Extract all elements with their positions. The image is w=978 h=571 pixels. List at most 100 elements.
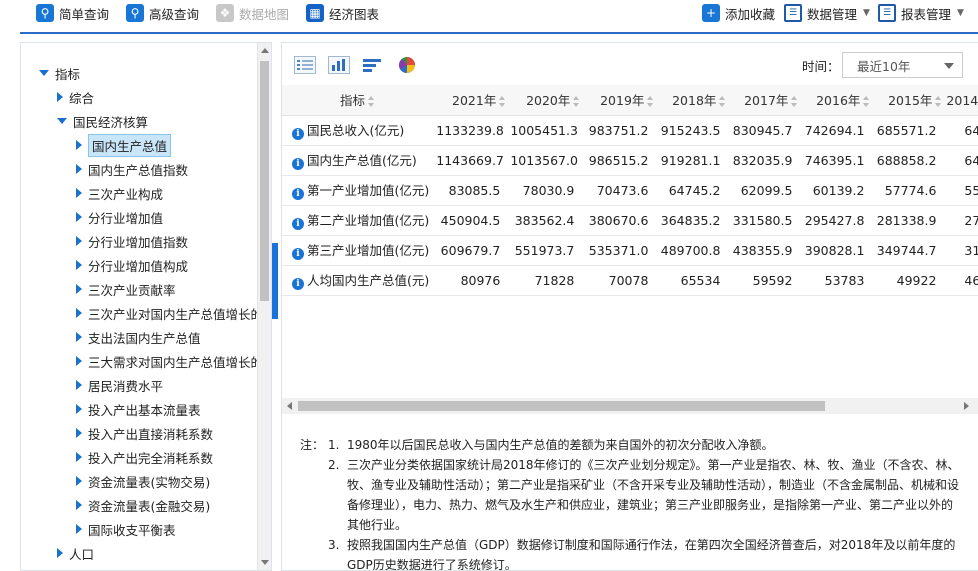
pie-chart-icon[interactable] xyxy=(396,56,418,74)
column-header[interactable]: 指标 xyxy=(282,85,437,116)
collapsed-arrow-icon[interactable] xyxy=(76,476,82,486)
panel-splitter[interactable] xyxy=(272,243,278,319)
scroll-up-icon[interactable] xyxy=(261,48,269,53)
add-favorite-button[interactable]: + 添加收藏 xyxy=(702,3,775,23)
data-table-container: 指标 2021年 2020年 2019年 2018年 2017年 2016年 2015年 201… xyxy=(282,85,978,395)
info-icon[interactable]: i xyxy=(292,158,304,170)
tree-item[interactable]: 三次产业贡献率 xyxy=(76,278,176,300)
table-view-icon[interactable] xyxy=(294,56,316,74)
tree-item[interactable]: 三次产业对国内生产总值增长的 xyxy=(76,302,263,324)
tree-item[interactable]: 国内生产总值指数 xyxy=(76,158,188,180)
sort-icon[interactable] xyxy=(935,96,942,108)
data-manage-button[interactable]: ☰ 数据管理 ▼ xyxy=(784,3,870,23)
table-cell: 60139.2 xyxy=(802,175,875,206)
sort-icon[interactable] xyxy=(647,96,654,108)
tree-root[interactable]: 指标 xyxy=(39,62,80,84)
sort-icon[interactable] xyxy=(719,96,726,108)
sort-icon[interactable] xyxy=(863,96,870,108)
column-header[interactable]: 2017年 xyxy=(730,85,803,116)
column-header[interactable]: 2015年 xyxy=(874,85,947,116)
tree-item[interactable]: 三次产业构成 xyxy=(76,182,163,204)
collapsed-arrow-icon[interactable] xyxy=(76,452,82,462)
column-header-label: 2019年 xyxy=(600,93,645,109)
tree-scroll-thumb[interactable] xyxy=(260,61,269,301)
column-header[interactable]: 2016年 xyxy=(802,85,875,116)
horizontal-bar-icon[interactable] xyxy=(362,56,384,74)
scroll-left-icon[interactable] xyxy=(287,402,292,410)
collapsed-arrow-icon[interactable] xyxy=(76,332,82,342)
collapsed-arrow-icon[interactable] xyxy=(57,92,63,102)
column-header[interactable]: 2014年 xyxy=(946,85,978,116)
tree-item[interactable]: 投入产出直接消耗系数 xyxy=(76,422,213,444)
table-cell: 46 xyxy=(946,265,978,296)
info-icon[interactable]: i xyxy=(292,278,304,290)
collapsed-arrow-icon[interactable] xyxy=(76,524,82,534)
info-icon[interactable]: i xyxy=(292,218,304,230)
note-item: 2. 三次产业分类依据国家统计局2018年修订的《三次产业划分规定》。第一产业是指… xyxy=(300,455,960,535)
info-icon[interactable]: i xyxy=(292,248,304,260)
report-icon: ☰ xyxy=(878,4,896,22)
sort-icon[interactable] xyxy=(573,96,580,108)
sort-icon[interactable] xyxy=(499,96,506,108)
tree-item[interactable]: 综合 xyxy=(57,86,94,108)
collapsed-arrow-icon[interactable] xyxy=(76,500,82,510)
collapsed-arrow-icon[interactable] xyxy=(76,284,82,294)
row-name: 国内生产总值(亿元) xyxy=(307,153,417,168)
tree-item[interactable]: 国际收支平衡表 xyxy=(76,518,176,540)
tree-scrollbar[interactable] xyxy=(257,43,271,570)
collapsed-arrow-icon[interactable] xyxy=(76,236,82,246)
report-manage-button[interactable]: ☰ 报表管理 ▼ xyxy=(878,3,964,23)
tree-item[interactable]: 资金流量表(实物交易) xyxy=(76,470,210,492)
collapsed-arrow-icon[interactable] xyxy=(57,548,63,558)
collapsed-arrow-icon[interactable] xyxy=(76,380,82,390)
collapsed-arrow-icon[interactable] xyxy=(76,164,82,174)
table-cell: 6435 xyxy=(946,145,978,176)
simple-query-button[interactable]: ⚲ 简单查询 xyxy=(36,3,109,23)
economic-chart-button[interactable]: ▦ 经济图表 xyxy=(306,3,379,23)
tree-item[interactable]: 国内生产总值 xyxy=(76,133,172,157)
scroll-right-icon[interactable] xyxy=(964,402,969,410)
collapsed-arrow-icon[interactable] xyxy=(76,212,82,222)
chevron-down-icon: ▼ xyxy=(957,8,964,18)
tree-item-label: 国际收支平衡表 xyxy=(88,522,176,538)
tree-item[interactable]: 支出法国内生产总值 xyxy=(76,326,201,348)
info-icon[interactable]: i xyxy=(292,128,304,140)
data-map-button[interactable]: ❖ 数据地图 xyxy=(216,3,289,23)
tree-item[interactable]: 投入产出基本流量表 xyxy=(76,398,201,420)
header-divider xyxy=(20,32,978,34)
table-scroll-thumb[interactable] xyxy=(298,401,825,411)
advanced-query-button[interactable]: ⚲ 高级查询 xyxy=(126,3,199,23)
tree-item[interactable]: 分行业增加值指数 xyxy=(76,230,188,252)
tree-item-label: 支出法国内生产总值 xyxy=(88,330,201,346)
tree-item[interactable]: 分行业增加值构成 xyxy=(76,254,188,276)
tree-item[interactable]: 投入产出完全消耗系数 xyxy=(76,446,213,468)
column-header[interactable]: 2020年 xyxy=(510,85,585,116)
expanded-arrow-icon[interactable] xyxy=(57,118,67,124)
collapsed-arrow-icon[interactable] xyxy=(76,428,82,438)
tree-item[interactable]: 人口 xyxy=(57,542,94,564)
collapsed-arrow-icon[interactable] xyxy=(76,260,82,270)
tree-item-label: 三大需求对国内生产总值增长的 xyxy=(88,354,264,370)
scroll-down-icon[interactable] xyxy=(261,560,269,565)
collapsed-arrow-icon[interactable] xyxy=(76,308,82,318)
column-header[interactable]: 2018年 xyxy=(658,85,731,116)
column-header[interactable]: 2019年 xyxy=(584,85,659,116)
collapsed-arrow-icon[interactable] xyxy=(76,140,82,150)
table-cell: 65534 xyxy=(658,265,731,296)
collapsed-arrow-icon[interactable] xyxy=(76,356,82,366)
info-icon[interactable]: i xyxy=(292,188,304,200)
sort-icon[interactable] xyxy=(368,96,375,108)
tree-item[interactable]: 三大需求对国内生产总值增长的 xyxy=(76,350,263,372)
bar-chart-icon[interactable] xyxy=(328,56,350,74)
collapsed-arrow-icon[interactable] xyxy=(76,188,82,198)
collapsed-arrow-icon[interactable] xyxy=(76,404,82,414)
tree-item[interactable]: 分行业增加值 xyxy=(76,206,163,228)
tree-item[interactable]: 居民消费水平 xyxy=(76,374,163,396)
table-horizontal-scrollbar[interactable] xyxy=(282,398,978,414)
tree-item-label: 国内生产总值指数 xyxy=(88,162,189,178)
column-header[interactable]: 2021年 xyxy=(436,85,511,116)
time-range-select[interactable]: 最近10年 xyxy=(842,52,963,78)
tree-item[interactable]: 资金流量表(金融交易) xyxy=(76,494,210,516)
tree-item[interactable]: 国民经济核算 xyxy=(57,110,148,132)
sort-icon[interactable] xyxy=(791,96,798,108)
